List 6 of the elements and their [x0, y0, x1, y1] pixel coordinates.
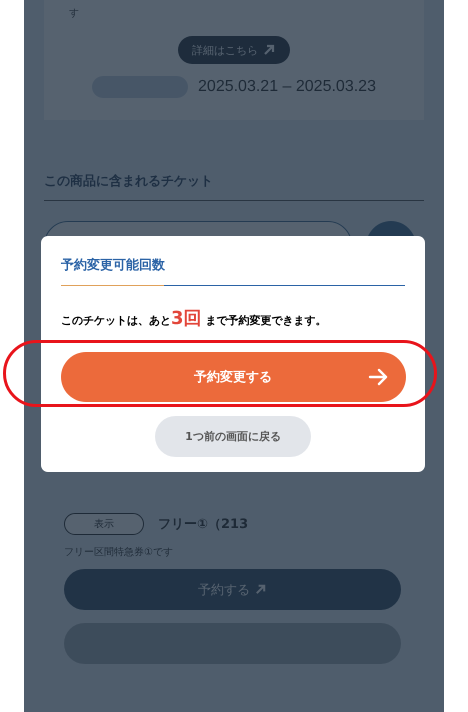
dialog-message: このチケットは、あと 3回 まで予約変更できます。	[61, 307, 328, 330]
back-button[interactable]: 1つ前の画面に戻る	[155, 416, 311, 457]
date-range: 2025.03.21 – 2025.03.23	[198, 78, 376, 96]
intro-text: す	[69, 7, 79, 20]
dialog-title: 予約変更可能回数	[61, 256, 166, 274]
change-reservation-button[interactable]: 予約変更する	[60, 352, 406, 402]
